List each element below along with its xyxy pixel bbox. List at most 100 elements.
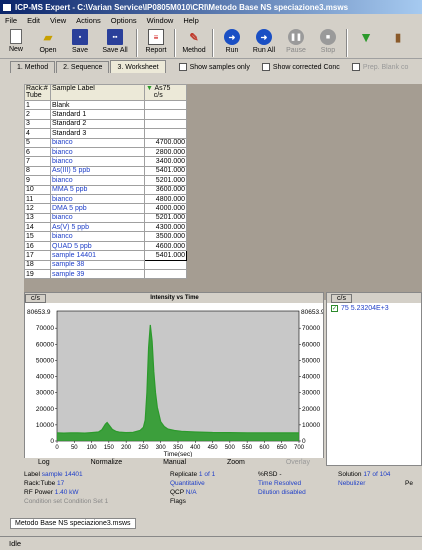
sample-label-cell[interactable]: sample 14401 bbox=[50, 250, 145, 261]
menu-view[interactable]: View bbox=[45, 16, 71, 25]
extra-toolbar-button[interactable]: ▮ bbox=[382, 27, 414, 58]
menu-options[interactable]: Options bbox=[106, 16, 142, 25]
as75-value-cell[interactable] bbox=[144, 128, 187, 139]
table-row[interactable]: 19 sample 39 bbox=[24, 269, 187, 280]
filter-button[interactable]: ▼ bbox=[350, 27, 382, 58]
table-row[interactable]: 17 sample 14401 5401.000 bbox=[24, 250, 187, 261]
save-all-button[interactable]: ▪▪ Save All bbox=[96, 27, 134, 58]
as75-value-cell[interactable]: 2800.000 bbox=[144, 146, 187, 158]
sample-label-cell[interactable]: QUAD 5 ppb bbox=[50, 240, 145, 252]
table-row[interactable]: 14 As(V) 5 ppb 4300.000 bbox=[24, 222, 187, 233]
table-row[interactable]: 5 bianco 4700.000 bbox=[24, 137, 187, 148]
tab-worksheet[interactable]: 3. Worksheet bbox=[110, 60, 166, 73]
menu-help[interactable]: Help bbox=[178, 16, 203, 25]
sample-label-cell[interactable]: bianco bbox=[50, 193, 145, 205]
column-header-as75[interactable]: ▼ As75 c/s bbox=[144, 84, 187, 101]
sample-label-cell[interactable]: bianco bbox=[50, 212, 145, 224]
as75-value-cell[interactable]: 5201.000 bbox=[144, 175, 187, 186]
method-button[interactable]: ✎ Method bbox=[178, 27, 210, 58]
as75-value-cell[interactable]: 4700.000 bbox=[144, 137, 187, 148]
table-row[interactable]: 4 Standard 3 bbox=[24, 128, 187, 139]
table-row[interactable]: 7 bianco 3400.000 bbox=[24, 156, 187, 167]
sample-label-cell[interactable]: MMA 5 ppb bbox=[50, 184, 145, 195]
table-row[interactable]: 18 sample 38 bbox=[24, 259, 187, 271]
as75-value-cell[interactable]: 3500.000 bbox=[144, 231, 187, 242]
tab-sequence[interactable]: 2. Sequence bbox=[56, 61, 110, 73]
sample-label-cell[interactable]: Standard 1 bbox=[50, 109, 145, 120]
manual-button[interactable]: Manual bbox=[163, 459, 186, 466]
table-row[interactable]: 13 bianco 5201.000 bbox=[24, 212, 187, 224]
table-row[interactable]: 3 Standard 2 bbox=[24, 118, 187, 130]
table-row[interactable]: 6 bianco 2800.000 bbox=[24, 146, 187, 158]
table-row[interactable]: 2 Standard 1 bbox=[24, 109, 187, 120]
sample-label-cell[interactable]: As(III) 5 ppb bbox=[50, 165, 145, 177]
run-all-button[interactable]: ➜ Run All bbox=[248, 27, 280, 58]
as75-value-cell[interactable]: 5201.000 bbox=[144, 212, 187, 224]
overlay-button[interactable]: Overlay bbox=[286, 459, 310, 466]
as75-value-cell[interactable]: 5401.000 bbox=[144, 165, 187, 177]
as75-value-cell[interactable] bbox=[144, 109, 187, 120]
sample-label-cell[interactable]: sample 38 bbox=[50, 259, 145, 271]
sample-label-cell[interactable]: Standard 2 bbox=[50, 118, 145, 130]
checkbox-box[interactable] bbox=[351, 63, 360, 71]
show-samples-only-checkbox[interactable]: Show samples only bbox=[178, 61, 250, 73]
document-tab[interactable]: Metodo Base NS speciazione3.msws bbox=[10, 518, 136, 529]
as75-value-cell[interactable]: 3600.000 bbox=[144, 184, 187, 195]
legend-item[interactable]: ✓ 75 5.23204E+3 bbox=[331, 305, 417, 312]
prep-blank-checkbox[interactable]: Prep. Blank co bbox=[351, 61, 408, 73]
report-button[interactable]: ≡ Report bbox=[140, 27, 172, 58]
menu-edit[interactable]: Edit bbox=[22, 16, 45, 25]
as75-value-cell[interactable]: 4800.000 bbox=[144, 193, 187, 205]
table-row[interactable]: 9 bianco 5201.000 bbox=[24, 175, 187, 186]
as75-value-cell[interactable]: 3400.000 bbox=[144, 156, 187, 167]
table-row[interactable]: 8 As(III) 5 ppb 5401.000 bbox=[24, 165, 187, 177]
sample-label-cell[interactable]: As(V) 5 ppb bbox=[50, 222, 145, 233]
as75-value-cell[interactable] bbox=[144, 99, 187, 111]
intensity-chart[interactable]: 80653.9 80653.90 010000 1000020000 200003000… bbox=[25, 303, 323, 457]
sample-label-cell[interactable]: bianco bbox=[50, 146, 145, 158]
table-row[interactable]: 15 bianco 3500.000 bbox=[24, 231, 187, 242]
as75-value-cell[interactable]: 4300.000 bbox=[144, 222, 187, 233]
worksheet-table[interactable]: Rack:# Tube Sample Label ▼ As75 c/s 1 Blan… bbox=[24, 84, 187, 280]
table-row[interactable]: 11 bianco 4800.000 bbox=[24, 193, 187, 205]
run-button[interactable]: ➜ Run bbox=[216, 27, 248, 58]
table-row[interactable]: 1 Blank bbox=[24, 99, 187, 111]
as75-value-cell[interactable] bbox=[144, 259, 187, 271]
normalize-button[interactable]: Normalize bbox=[91, 459, 123, 466]
sample-label-cell[interactable]: bianco bbox=[50, 175, 145, 186]
sample-label-cell[interactable]: bianco bbox=[50, 137, 145, 148]
sample-label-cell[interactable]: Standard 3 bbox=[50, 128, 145, 139]
column-header-label[interactable]: Sample Label bbox=[50, 84, 145, 101]
as75-value-cell[interactable] bbox=[144, 118, 187, 130]
sample-label-cell[interactable]: Blank bbox=[50, 99, 145, 111]
stop-button[interactable]: ■ Stop bbox=[312, 27, 344, 58]
table-row[interactable]: 16 QUAD 5 ppb 4600.000 bbox=[24, 240, 187, 252]
as75-value-cell[interactable]: 5401.000 bbox=[144, 250, 187, 261]
open-button[interactable]: ▰ Open bbox=[32, 27, 64, 58]
tab-method[interactable]: 1. Method bbox=[10, 61, 56, 73]
zoom-button[interactable]: Zoom bbox=[227, 459, 245, 466]
sample-label-cell[interactable]: DMA 5 ppb bbox=[50, 203, 145, 214]
sample-label-cell[interactable]: sample 39 bbox=[50, 269, 145, 280]
show-corrected-conc-checkbox[interactable]: Show corrected Conc bbox=[261, 61, 340, 73]
as75-value-cell[interactable]: 4600.000 bbox=[144, 240, 187, 252]
as75-value-cell[interactable] bbox=[144, 269, 187, 280]
pause-button[interactable]: ❚❚ Pause bbox=[280, 27, 312, 58]
right-unit-selector[interactable]: c/s bbox=[331, 293, 352, 303]
menu-file[interactable]: File bbox=[0, 16, 22, 25]
checkmark-icon[interactable]: ✓ bbox=[331, 305, 338, 312]
log-button[interactable]: Log bbox=[38, 459, 50, 466]
save-button[interactable]: ▪ Save bbox=[64, 27, 96, 58]
left-unit-selector[interactable]: c/s bbox=[25, 293, 46, 303]
menu-actions[interactable]: Actions bbox=[71, 16, 106, 25]
table-row[interactable]: 10 MMA 5 ppb 3600.000 bbox=[24, 184, 187, 195]
checkbox-box[interactable] bbox=[178, 63, 187, 71]
table-row[interactable]: 12 DMA 5 ppb 4000.000 bbox=[24, 203, 187, 214]
menu-window[interactable]: Window bbox=[142, 16, 179, 25]
checkbox-box[interactable] bbox=[261, 63, 270, 71]
sample-label-cell[interactable]: bianco bbox=[50, 231, 145, 242]
column-header-rack[interactable]: Rack:# Tube bbox=[24, 84, 51, 101]
as75-value-cell[interactable]: 4000.000 bbox=[144, 203, 187, 214]
new-button[interactable]: New bbox=[0, 27, 32, 58]
sample-label-cell[interactable]: bianco bbox=[50, 156, 145, 167]
